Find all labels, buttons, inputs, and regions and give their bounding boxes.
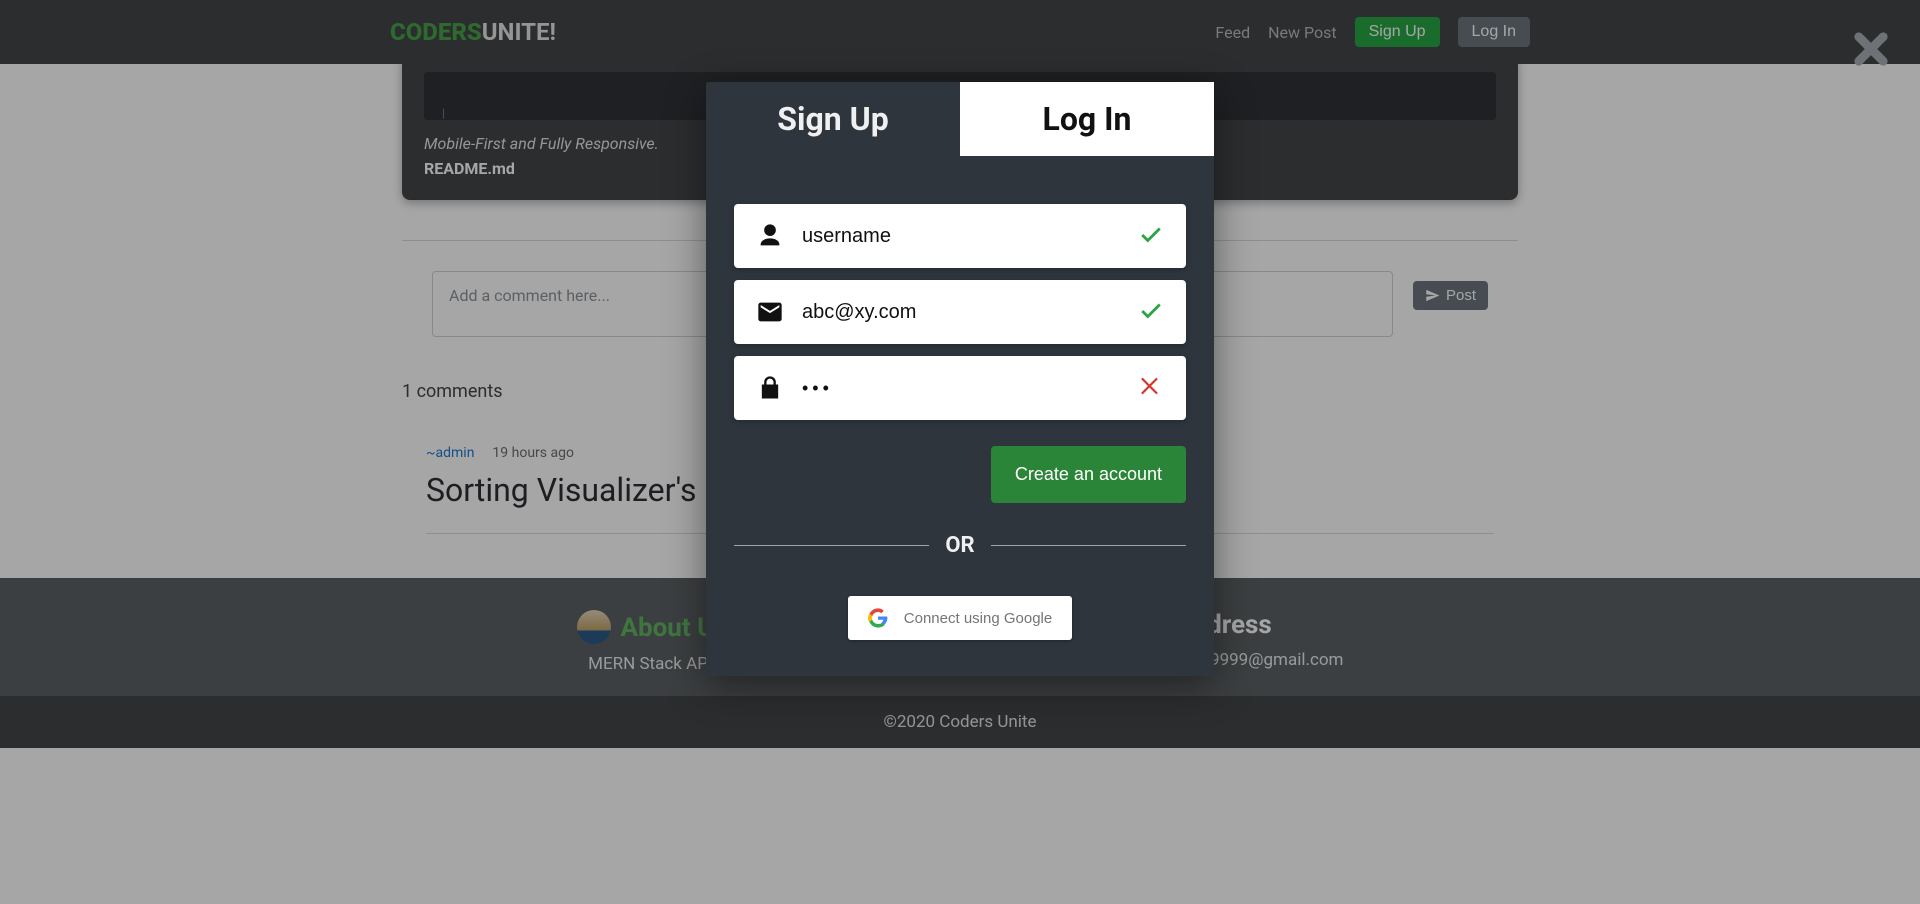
password-input[interactable] bbox=[802, 378, 1138, 399]
close-modal-button[interactable] bbox=[1850, 28, 1892, 74]
check-icon bbox=[1138, 221, 1164, 251]
google-button-label: Connect using Google bbox=[904, 610, 1052, 627]
check-icon bbox=[1138, 297, 1164, 327]
lock-icon bbox=[756, 374, 784, 402]
close-icon bbox=[1850, 28, 1892, 70]
envelope-icon bbox=[756, 298, 784, 326]
password-field[interactable] bbox=[734, 356, 1186, 420]
google-signin-button[interactable]: Connect using Google bbox=[848, 596, 1072, 640]
username-input[interactable] bbox=[802, 225, 1138, 248]
modal-tabs: Sign Up Log In bbox=[706, 82, 1214, 156]
x-icon bbox=[1138, 373, 1164, 403]
username-field[interactable] bbox=[734, 204, 1186, 268]
email-input[interactable] bbox=[802, 301, 1138, 324]
create-account-button[interactable]: Create an account bbox=[991, 446, 1186, 503]
divider-line bbox=[734, 545, 929, 546]
google-icon bbox=[868, 608, 888, 628]
divider-line bbox=[991, 545, 1186, 546]
user-icon bbox=[756, 222, 784, 250]
or-divider: OR bbox=[734, 533, 1186, 558]
email-field[interactable] bbox=[734, 280, 1186, 344]
tab-signup[interactable]: Sign Up bbox=[706, 82, 960, 156]
tab-login[interactable]: Log In bbox=[960, 82, 1214, 156]
auth-modal: Sign Up Log In Create an account OR bbox=[706, 82, 1214, 676]
or-text: OR bbox=[945, 533, 974, 558]
